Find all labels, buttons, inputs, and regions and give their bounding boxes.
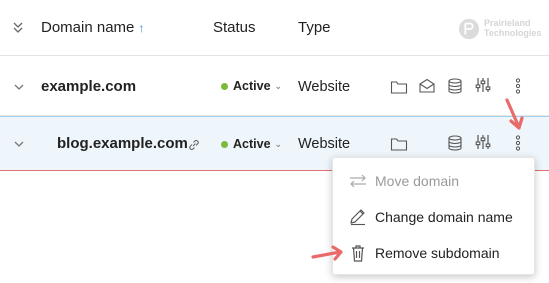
- change-domain-name-menu-item[interactable]: Change domain name: [333, 199, 534, 235]
- expand-row-icon[interactable]: [12, 137, 26, 151]
- status-dropdown[interactable]: Active ⌄: [221, 79, 282, 93]
- type-column-header[interactable]: Type: [298, 19, 331, 36]
- mail-icon[interactable]: [418, 77, 436, 95]
- annotation-arrow-icon: [310, 244, 346, 264]
- move-domain-menu-item[interactable]: Move domain: [333, 163, 534, 199]
- active-status-dot: [221, 82, 228, 90]
- status-dropdown[interactable]: Active ⌄: [221, 137, 282, 151]
- active-status-dot: [221, 140, 228, 148]
- folder-icon[interactable]: [390, 135, 408, 153]
- more-options-icon[interactable]: [509, 77, 527, 95]
- chevron-down-icon: ⌄: [274, 80, 283, 91]
- status-label: Active: [233, 137, 271, 151]
- company-logo: Prairieland Technologies: [458, 16, 548, 46]
- annotation-arrow-icon: [501, 97, 527, 133]
- domain-name-header-label: Domain name: [41, 19, 135, 36]
- domain-name[interactable]: example.com: [41, 78, 136, 95]
- type-value: Website: [298, 136, 351, 152]
- more-options-icon[interactable]: [509, 134, 527, 152]
- expand-all-icon[interactable]: [10, 19, 26, 35]
- menu-item-label: Remove subdomain: [375, 245, 500, 261]
- link-icon[interactable]: [187, 138, 201, 152]
- logo-text-line1: Prairieland: [484, 18, 531, 28]
- status-label: Active: [233, 79, 271, 93]
- logo-text-line2: Technologies: [484, 28, 542, 38]
- move-icon: [348, 172, 368, 190]
- expand-row-icon[interactable]: [12, 80, 26, 94]
- database-icon[interactable]: [446, 77, 464, 95]
- row-actions-menu: Move domain Change domain name Remove su…: [332, 157, 535, 275]
- menu-item-label: Move domain: [375, 173, 460, 189]
- settings-sliders-icon[interactable]: [474, 76, 492, 94]
- table-header: Domain name ↑ Status Type Prairieland Tech…: [0, 0, 549, 56]
- sort-ascending-icon[interactable]: ↑: [138, 21, 144, 35]
- chevron-down-icon: ⌄: [274, 138, 283, 149]
- settings-sliders-icon[interactable]: [474, 133, 492, 151]
- folder-icon[interactable]: [390, 78, 408, 96]
- trash-icon: [348, 244, 368, 262]
- type-value: Website: [298, 79, 351, 95]
- database-icon[interactable]: [446, 134, 464, 152]
- subdomain-name[interactable]: blog.example.com: [57, 135, 188, 152]
- remove-subdomain-menu-item[interactable]: Remove subdomain: [333, 235, 534, 271]
- menu-item-label: Change domain name: [375, 209, 513, 225]
- pencil-icon: [348, 208, 368, 226]
- domain-name-column-header[interactable]: Domain name ↑: [41, 19, 144, 36]
- table-row[interactable]: example.com Active ⌄ Website: [0, 57, 549, 116]
- status-column-header[interactable]: Status: [213, 19, 256, 36]
